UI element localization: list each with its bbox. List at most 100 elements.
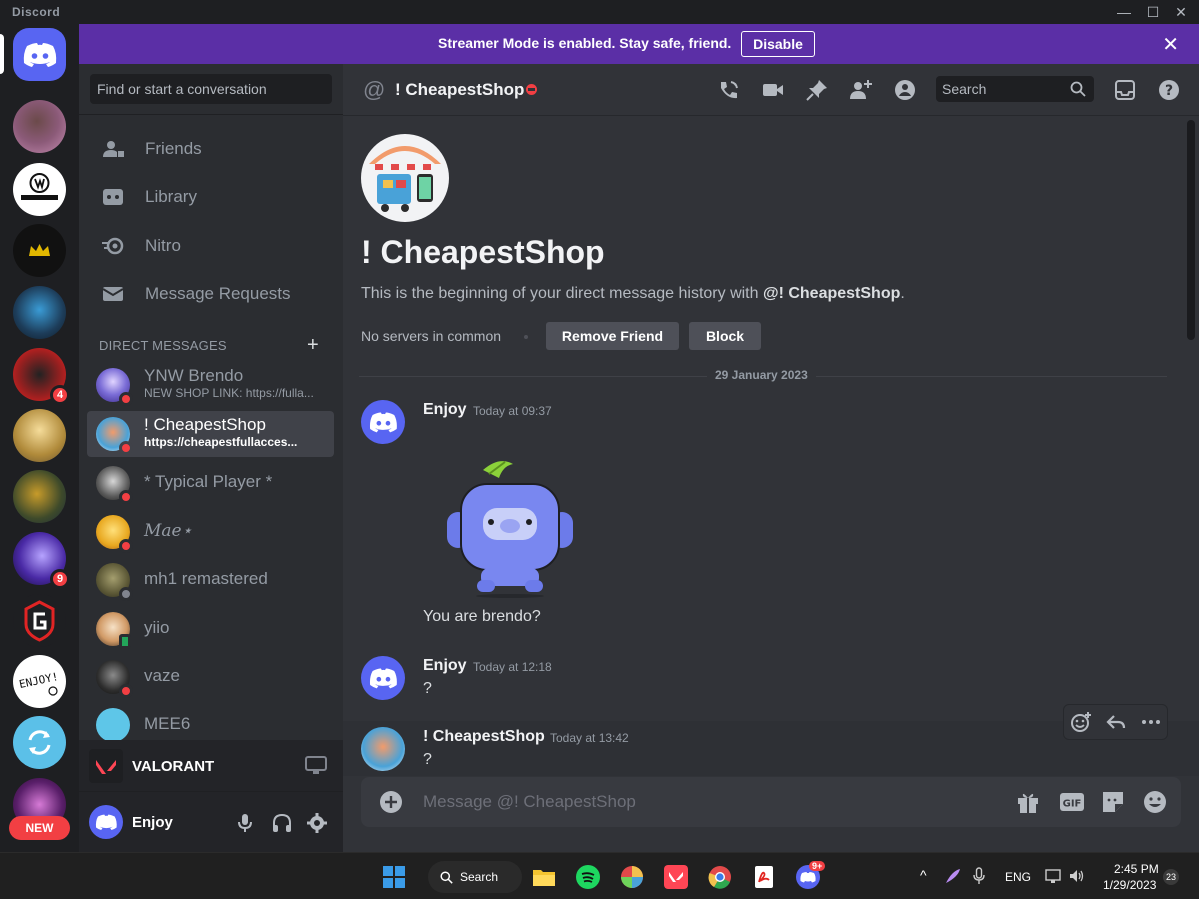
nav-label: Friends bbox=[145, 139, 202, 158]
server-avatar[interactable] bbox=[13, 100, 66, 153]
streamer-mode-banner: Streamer Mode is enabled. Stay safe, fri… bbox=[79, 24, 1199, 64]
create-dm-button[interactable]: + bbox=[307, 334, 319, 357]
reply-icon[interactable] bbox=[1105, 711, 1127, 733]
tray-chevron-icon[interactable]: ^ bbox=[920, 867, 927, 883]
message-author[interactable]: Enjoy bbox=[423, 401, 467, 419]
dm-item[interactable]: ! CheapestShop https://cheapestfullacces… bbox=[87, 411, 334, 457]
dm-item[interactable]: * Typical Player * bbox=[87, 460, 334, 506]
clock-date[interactable]: 1/29/2023 bbox=[1103, 878, 1156, 892]
server-avatar[interactable]: 9 bbox=[13, 532, 70, 589]
nav-nitro[interactable]: Nitro bbox=[87, 225, 335, 267]
more-options-icon[interactable] bbox=[1140, 711, 1162, 733]
notification-count[interactable]: 23 bbox=[1163, 869, 1179, 885]
server-avatar[interactable] bbox=[13, 163, 66, 216]
volume-icon[interactable] bbox=[1068, 867, 1086, 885]
add-friends-to-dm-icon[interactable] bbox=[849, 78, 873, 102]
find-conversation-input[interactable]: Find or start a conversation bbox=[90, 74, 332, 104]
user-profile-icon[interactable] bbox=[893, 78, 917, 102]
emoji-icon[interactable] bbox=[1142, 789, 1168, 815]
message-timestamp: Today at 09:37 bbox=[473, 404, 552, 418]
microphone-tray-icon[interactable] bbox=[970, 867, 988, 885]
message-avatar[interactable] bbox=[361, 400, 405, 444]
pdf-reader-icon[interactable] bbox=[752, 865, 776, 889]
server-avatar[interactable] bbox=[13, 224, 66, 277]
wumpus-sticker bbox=[447, 461, 573, 598]
nav-library[interactable]: Library bbox=[87, 176, 335, 218]
server-avatar[interactable] bbox=[13, 594, 66, 647]
server-avatar[interactable] bbox=[13, 716, 66, 769]
scrollbar[interactable] bbox=[1187, 120, 1195, 340]
mention-badge: 4 bbox=[50, 385, 70, 405]
home-button[interactable] bbox=[13, 28, 66, 81]
user-avatar[interactable] bbox=[89, 805, 123, 839]
sticker-icon[interactable] bbox=[1100, 789, 1126, 815]
gift-icon[interactable] bbox=[1015, 789, 1041, 815]
friends-icon bbox=[103, 141, 124, 157]
message-avatar[interactable] bbox=[361, 656, 405, 700]
chat-area: @ ! CheapestShop Search ? ! CheapestShop… bbox=[343, 64, 1199, 852]
language-indicator[interactable]: ENG bbox=[1005, 870, 1031, 884]
valorant-app-icon[interactable] bbox=[664, 865, 688, 889]
search-placeholder: Search bbox=[942, 81, 987, 97]
message-author[interactable]: Enjoy bbox=[423, 657, 467, 675]
clock-time[interactable]: 2:45 PM bbox=[1114, 862, 1159, 876]
dm-item[interactable]: mh1 remastered bbox=[87, 557, 334, 603]
dm-name: ! CheapestShop bbox=[144, 415, 266, 434]
help-icon[interactable]: ? bbox=[1157, 78, 1181, 102]
server-avatar[interactable] bbox=[13, 409, 66, 462]
taskbar-search[interactable]: Search bbox=[428, 861, 522, 893]
voice-call-icon[interactable] bbox=[717, 78, 741, 102]
chrome-icon[interactable] bbox=[708, 865, 732, 889]
windows-start-icon[interactable] bbox=[382, 865, 406, 889]
message-input[interactable]: Message @! CheapestShop bbox=[423, 792, 636, 812]
color-wheel-app-icon[interactable] bbox=[620, 865, 644, 889]
server-avatar[interactable]: 4 bbox=[13, 348, 70, 405]
minimize-button[interactable]: — bbox=[1114, 2, 1134, 22]
settings-gear-icon[interactable] bbox=[306, 812, 328, 834]
dm-item[interactable]: vaze bbox=[87, 654, 334, 700]
disable-streamer-mode-button[interactable]: Disable bbox=[741, 31, 815, 57]
gif-icon[interactable]: GIF bbox=[1059, 789, 1085, 815]
mobile-status-icon bbox=[119, 634, 131, 649]
nav-friends[interactable]: Friends bbox=[87, 128, 335, 170]
pen-icon[interactable] bbox=[944, 867, 962, 885]
spotify-icon[interactable] bbox=[576, 865, 600, 889]
dm-item[interactable]: yiio bbox=[87, 606, 334, 652]
block-button[interactable]: Block bbox=[689, 322, 761, 350]
inbox-icon[interactable] bbox=[1113, 78, 1137, 102]
message-author[interactable]: ! CheapestShop bbox=[423, 728, 545, 746]
svg-text:?: ? bbox=[1165, 83, 1173, 99]
close-window-button[interactable]: ✕ bbox=[1171, 2, 1191, 22]
dm-item[interactable]: MEE6 bbox=[87, 702, 334, 742]
add-reaction-icon[interactable] bbox=[1070, 711, 1092, 733]
message-composer[interactable]: Message @! CheapestShop GIF bbox=[361, 777, 1181, 827]
pinned-messages-icon[interactable] bbox=[805, 78, 829, 102]
network-icon[interactable] bbox=[1045, 867, 1063, 885]
profile-name: ! CheapestShop bbox=[361, 234, 605, 270]
server-avatar[interactable]: ENJOY! bbox=[13, 655, 66, 708]
upload-plus-icon[interactable] bbox=[379, 790, 403, 814]
close-banner-button[interactable]: ✕ bbox=[1162, 32, 1179, 57]
microphone-icon[interactable] bbox=[234, 812, 256, 834]
server-avatar[interactable] bbox=[13, 470, 66, 523]
search-input[interactable]: Search bbox=[936, 76, 1094, 102]
maximize-button[interactable]: ☐ bbox=[1143, 2, 1163, 22]
dm-name: YNW Brendo bbox=[144, 366, 244, 385]
dm-item[interactable]: YNW Brendo NEW SHOP LINK: https://fulla.… bbox=[87, 362, 334, 408]
dm-sidebar: Find or start a conversation Friends Lib… bbox=[79, 64, 343, 852]
dm-item[interactable]: Mae⋆ bbox=[87, 509, 334, 555]
dm-name: mh1 remastered bbox=[144, 569, 268, 588]
file-explorer-icon[interactable] bbox=[532, 865, 556, 889]
video-call-icon[interactable] bbox=[761, 78, 785, 102]
headphones-icon[interactable] bbox=[271, 812, 293, 834]
taskbar-search-label: Search bbox=[460, 870, 499, 884]
gif-label: GIF bbox=[1063, 799, 1082, 810]
screen-share-icon[interactable] bbox=[305, 756, 327, 776]
dm-name: vaze bbox=[144, 666, 180, 685]
nav-message-requests[interactable]: Message Requests bbox=[87, 273, 335, 315]
remove-friend-button[interactable]: Remove Friend bbox=[546, 322, 679, 350]
enjoy-logo-icon: ENJOY! bbox=[18, 670, 60, 696]
server-avatar[interactable] bbox=[13, 286, 66, 339]
message-avatar[interactable] bbox=[361, 727, 405, 771]
discord-logo-icon bbox=[369, 412, 397, 433]
